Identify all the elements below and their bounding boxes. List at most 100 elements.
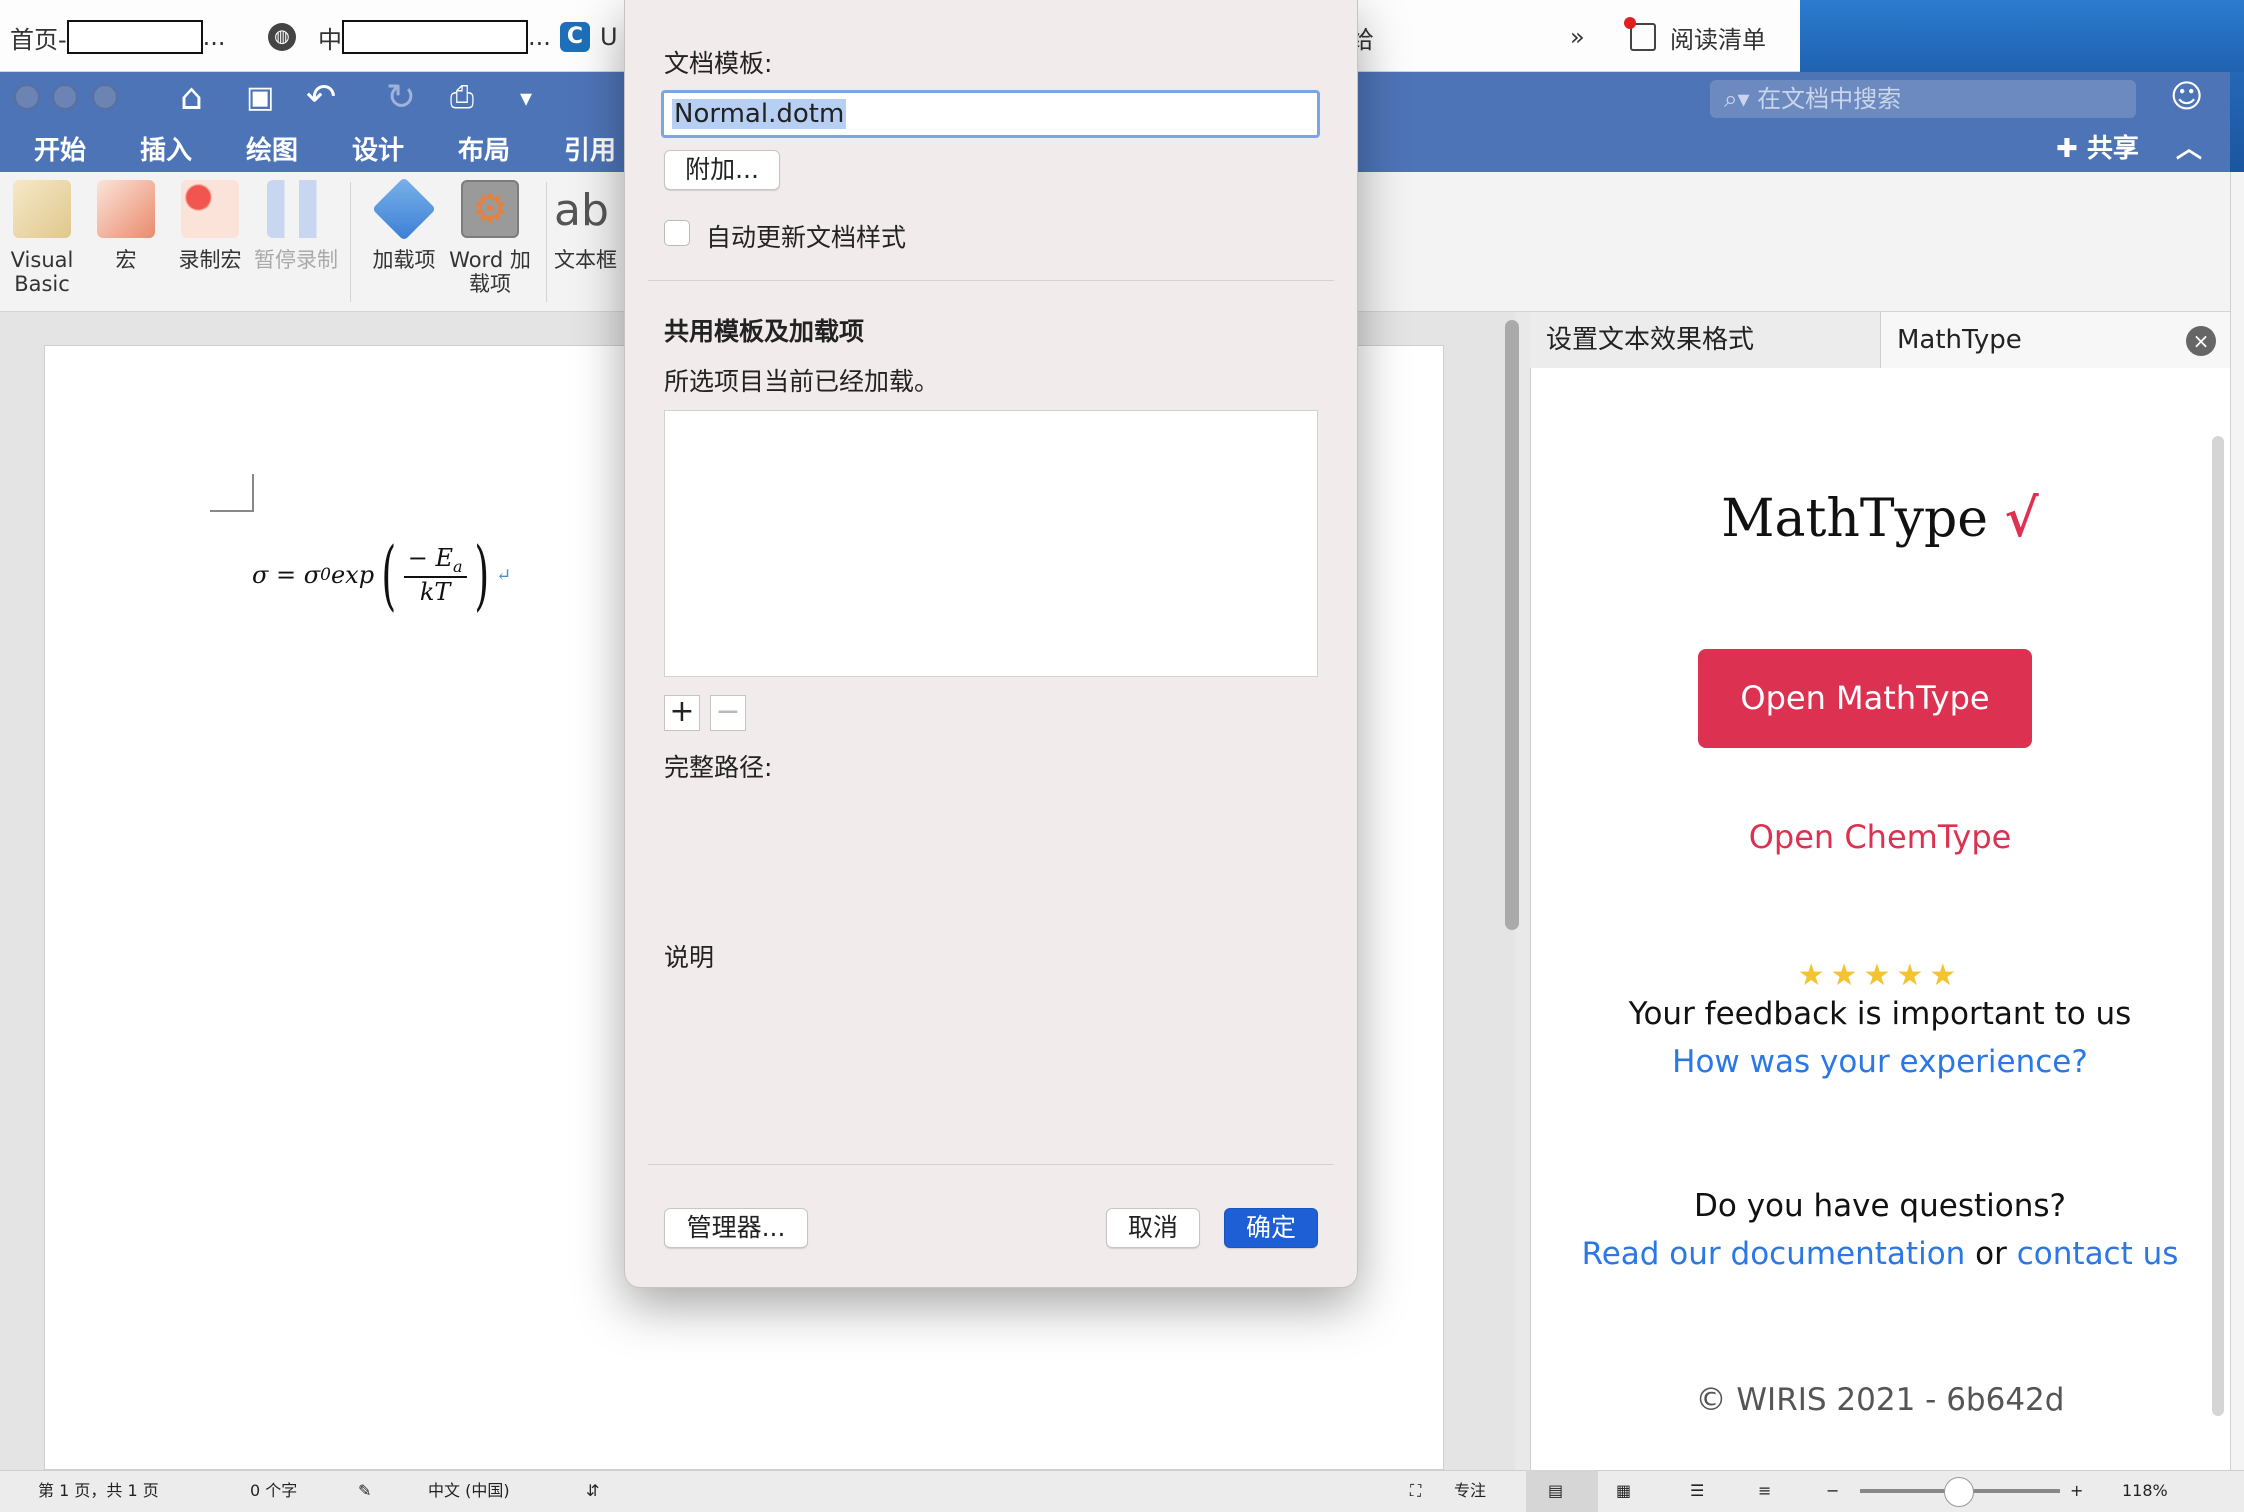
minimize-window-button[interactable] bbox=[52, 84, 78, 110]
bookmark-3[interactable]: C U bbox=[560, 18, 618, 56]
visual-basic-button[interactable]: Visual Basic bbox=[0, 180, 84, 296]
tab-text-effects[interactable]: 设置文本效果格式 bbox=[1530, 312, 1880, 368]
bookmark-label: 中 bbox=[318, 25, 342, 54]
accessibility-icon[interactable]: ⇵ bbox=[586, 1476, 599, 1506]
gear-icon: ⚙ bbox=[461, 180, 519, 238]
pause-recording-label: 暂停录制 bbox=[254, 248, 338, 272]
addins-list[interactable] bbox=[664, 410, 1318, 677]
open-chemtype-link[interactable]: Open ChemType bbox=[1530, 818, 2230, 856]
search-input[interactable]: ⌕▾ 在文档中搜索 bbox=[1710, 80, 2136, 118]
print-layout-icon[interactable]: ▤ bbox=[1548, 1476, 1563, 1506]
cancel-button[interactable]: 取消 bbox=[1106, 1208, 1200, 1248]
macro-icon bbox=[97, 180, 155, 238]
pane-scrollbar[interactable] bbox=[2212, 436, 2224, 1416]
zoom-slider-handle[interactable] bbox=[1944, 1477, 1974, 1507]
home-icon[interactable]: ⌂ bbox=[180, 78, 203, 118]
reading-list-label: 阅读清单 bbox=[1670, 25, 1766, 54]
c-app-icon: C bbox=[560, 22, 590, 52]
chevron-right-icon: » bbox=[1570, 23, 1585, 51]
word-addins-label: Word 加载项 bbox=[449, 248, 531, 296]
equation-subscript: 0 bbox=[320, 565, 331, 585]
zoom-in-icon[interactable]: + bbox=[2070, 1476, 2083, 1506]
bookmark-home[interactable]: 首页- ... bbox=[10, 18, 226, 56]
redo-icon[interactable]: ↻ bbox=[386, 78, 416, 118]
mathtype-logo-mark: √ bbox=[2004, 488, 2039, 549]
organizer-button[interactable]: 管理器... bbox=[664, 1208, 808, 1248]
mathtype-pane bbox=[1530, 312, 2230, 1470]
search-icon: ⌕▾ bbox=[1724, 85, 1758, 113]
rating-stars[interactable]: ★★★★★ bbox=[1530, 958, 2230, 993]
bookmark-label-tail: ... bbox=[202, 23, 226, 51]
record-macro-button[interactable]: 录制宏 bbox=[168, 180, 252, 272]
tab-references[interactable]: 引用 bbox=[564, 130, 616, 167]
questions-text: Do you have questions? bbox=[1694, 1188, 2066, 1224]
equation-denominator: kT bbox=[419, 577, 451, 606]
equation[interactable]: σ = σ 0 exp ( − Ea kT ) ↵ bbox=[252, 530, 511, 620]
word-count[interactable]: 0 个字 bbox=[250, 1476, 297, 1506]
ribbon-divider bbox=[350, 182, 351, 302]
bookmark-2[interactable]: ◍ 中 ... bbox=[268, 18, 551, 56]
equation-subscript: a bbox=[453, 556, 463, 576]
macro-button[interactable]: 宏 bbox=[84, 180, 168, 272]
tab-layout[interactable]: 布局 bbox=[458, 130, 510, 167]
help-line: Read our documentation or contact us bbox=[1530, 1236, 2230, 1272]
doc-template-label: 文档模板: bbox=[664, 49, 773, 78]
reading-list-button[interactable]: 阅读清单 bbox=[1624, 17, 1766, 56]
mathtype-logo: MathType √ bbox=[1530, 488, 2230, 549]
focus-icon[interactable]: ⛶ bbox=[1410, 1476, 1421, 1506]
addins-icon bbox=[372, 177, 436, 241]
auto-update-checkbox[interactable] bbox=[664, 220, 690, 246]
template-field[interactable]: Normal.dotm bbox=[661, 90, 1320, 138]
textbox-button[interactable]: ab 文本框 bbox=[554, 180, 634, 272]
redacted-box bbox=[66, 20, 203, 54]
zoom-out-icon[interactable]: − bbox=[1826, 1476, 1839, 1506]
zoom-level[interactable]: 118% bbox=[2122, 1476, 2168, 1506]
share-label: 共享 bbox=[2086, 134, 2139, 164]
addins-button[interactable]: 加载项 bbox=[362, 177, 446, 272]
experience-link[interactable]: How was your experience? bbox=[1530, 1044, 2230, 1080]
record-icon bbox=[181, 180, 239, 238]
close-window-button[interactable] bbox=[14, 84, 40, 110]
web-layout-icon[interactable]: ▦ bbox=[1616, 1476, 1631, 1506]
tab-design[interactable]: 设计 bbox=[352, 130, 404, 167]
collapse-ribbon-icon[interactable]: ︿ bbox=[2176, 128, 2202, 165]
account-icon[interactable]: ☺ bbox=[2170, 76, 2203, 116]
add-icon[interactable]: + bbox=[664, 695, 700, 731]
focus-label[interactable]: 专注 bbox=[1454, 1476, 1486, 1506]
language-indicator[interactable]: 中文 (中国) bbox=[428, 1476, 510, 1506]
zoom-window-button[interactable] bbox=[92, 84, 118, 110]
proofing-icon[interactable]: ✎ bbox=[358, 1476, 371, 1506]
close-icon[interactable]: × bbox=[2186, 326, 2216, 356]
draft-view-icon[interactable]: ≡ bbox=[1758, 1476, 1771, 1506]
word-addins-button[interactable]: ⚙ Word 加载项 bbox=[448, 180, 532, 296]
save-icon[interactable]: ▣ bbox=[246, 78, 274, 118]
tab-insert[interactable]: 插入 bbox=[140, 130, 192, 167]
tab-mathtype[interactable]: MathType bbox=[1880, 312, 2230, 368]
textbox-icon: ab bbox=[554, 185, 609, 236]
desktop-background bbox=[1800, 0, 2244, 72]
page-count[interactable]: 第 1 页，共 1 页 bbox=[38, 1476, 159, 1506]
undo-icon[interactable]: ↶ bbox=[306, 78, 336, 118]
addins-label: 加载项 bbox=[372, 248, 436, 272]
outline-view-icon[interactable]: ☰ bbox=[1690, 1476, 1704, 1506]
equation-fraction: − Ea kT bbox=[403, 544, 467, 606]
auto-update-label: 自动更新文档样式 bbox=[706, 223, 907, 252]
attach-button[interactable]: 附加... bbox=[664, 150, 780, 190]
bookmark-label-tail: ... bbox=[528, 23, 551, 51]
left-paren: ( bbox=[381, 530, 397, 619]
contact-link[interactable]: contact us bbox=[2017, 1236, 2179, 1272]
print-icon[interactable]: ⎙ bbox=[450, 78, 474, 118]
template-field-value: Normal.dotm bbox=[672, 99, 847, 129]
ok-button[interactable]: 确定 bbox=[1224, 1208, 1318, 1248]
equation-function: exp bbox=[330, 561, 375, 589]
more-bookmarks-button[interactable]: » bbox=[1570, 18, 1585, 56]
documentation-link[interactable]: Read our documentation bbox=[1582, 1236, 1966, 1272]
record-macro-label: 录制宏 bbox=[178, 248, 242, 272]
customize-toolbar-icon[interactable]: ▾ bbox=[520, 78, 532, 118]
tab-home[interactable]: 开始 bbox=[34, 130, 86, 167]
document-scrollbar[interactable] bbox=[1505, 320, 1519, 930]
open-mathtype-button[interactable]: Open MathType bbox=[1698, 649, 2032, 748]
share-button[interactable]: ✚ 共享 bbox=[2056, 128, 2139, 165]
reading-list-icon bbox=[1624, 17, 1656, 51]
tab-draw[interactable]: 绘图 bbox=[246, 130, 298, 167]
